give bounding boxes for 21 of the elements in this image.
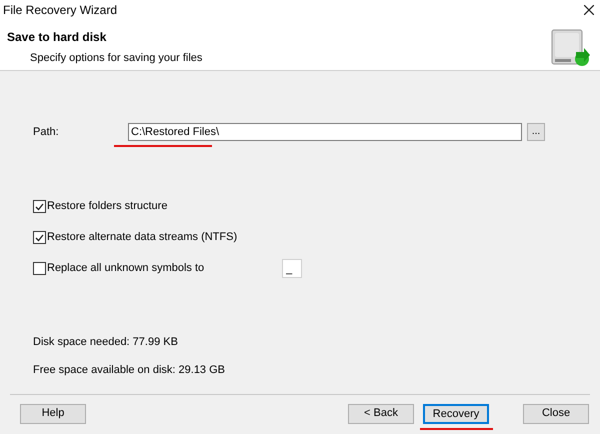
dialog-button[interactable]: Help [20,404,86,424]
checkbox-label[interactable]: Restore alternate data streams (NTFS) [47,229,238,246]
header-title: Save to hard disk [7,30,106,44]
path-label: Path: [33,124,60,140]
header-subtitle: Specify options for saving your files [30,52,202,64]
dialog-button[interactable]: Close [523,404,589,424]
path-field[interactable]: C:\Restored Files\ [128,123,522,141]
symbol-field[interactable]: _ [282,259,302,278]
checkbox[interactable] [33,231,46,244]
disk-space-text: Free space available on disk: 29.13 GB [33,362,226,378]
disk-space-text: Disk space needed: 77.99 KB [33,335,179,350]
dialog-button[interactable]: < Back [348,404,414,424]
window-title: File Recovery Wizard [3,2,118,19]
browse-button[interactable]: ... [527,123,545,141]
checkbox-label[interactable]: Restore folders structure [47,198,168,215]
checkbox-label[interactable]: Replace all unknown symbols to [47,260,204,277]
hard-disk-icon [550,28,592,68]
checkbox[interactable] [33,262,46,275]
close-icon[interactable] [584,5,594,15]
dialog-button[interactable]: Recovery [423,404,489,424]
checkbox[interactable] [33,200,46,213]
